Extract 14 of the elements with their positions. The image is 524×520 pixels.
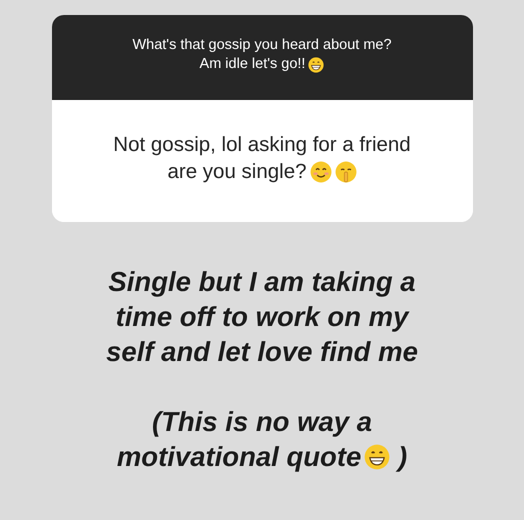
reply-text: time off to work on my: [116, 300, 408, 334]
reply-text: Single but I am taking a: [108, 265, 416, 299]
reply-text: self and let love find me: [106, 335, 418, 369]
question-text: Am idle let's go!!: [200, 55, 306, 74]
grinning-face-icon: [308, 56, 324, 72]
grinning-face-icon: [364, 444, 390, 470]
smiling-face-icon: [310, 160, 332, 182]
answer-text: Not gossip, lol asking for a friend: [113, 132, 411, 158]
reply-text: motivational quote: [116, 440, 362, 474]
reply-text: ): [394, 440, 408, 474]
question-text: What's that gossip you heard about me?: [132, 36, 392, 55]
reply-text: (This is no way a: [152, 405, 372, 439]
answer-text: are you single?: [167, 159, 307, 185]
shushing-face-icon: [334, 160, 357, 182]
